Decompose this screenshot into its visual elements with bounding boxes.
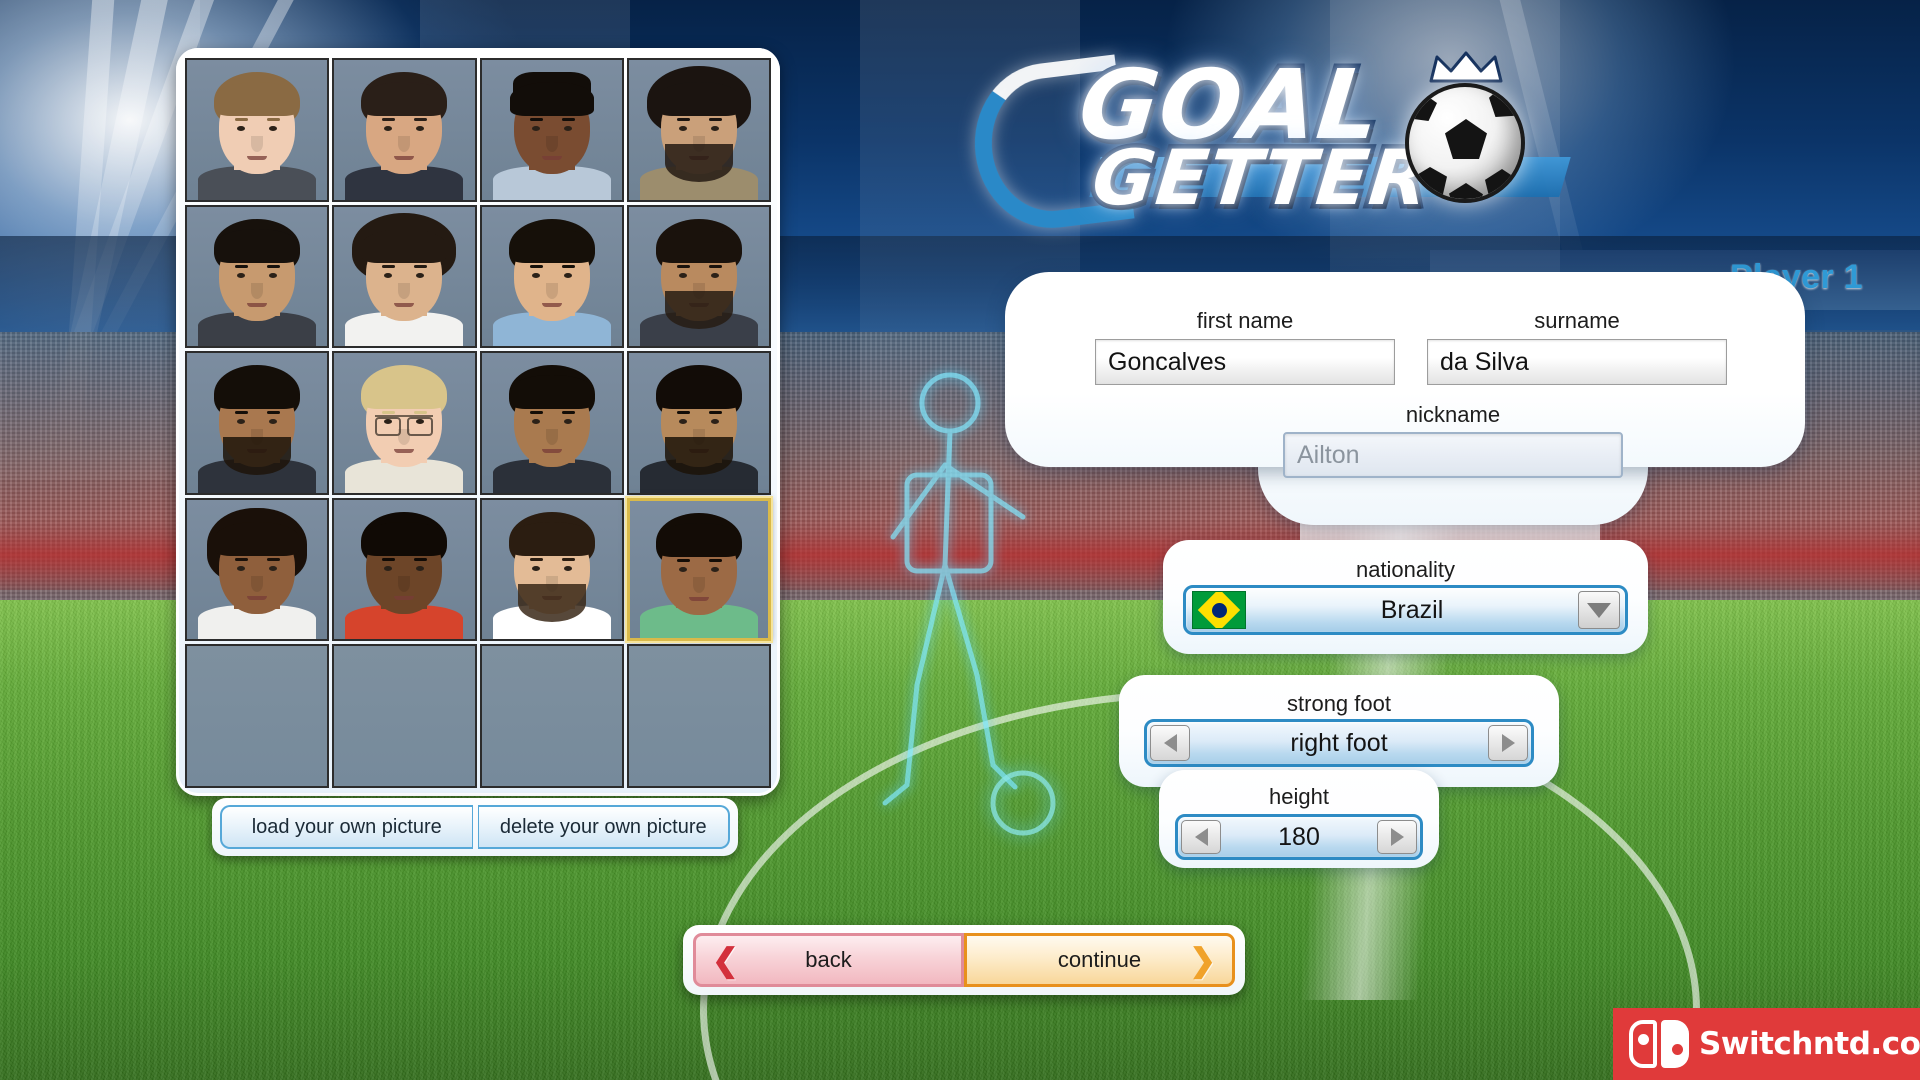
game-logo: GOAL GETTER xyxy=(965,45,1575,237)
continue-button[interactable]: continue ❯ xyxy=(964,933,1235,987)
avatar-portrait xyxy=(628,353,769,493)
avatar-option[interactable] xyxy=(479,58,624,202)
avatar-option[interactable] xyxy=(332,497,477,642)
soccer-ball-icon xyxy=(1405,83,1525,203)
nickname-input[interactable]: Ailton xyxy=(1283,432,1623,478)
strong-foot-value: right foot xyxy=(1290,728,1388,757)
first-name-input[interactable]: Goncalves xyxy=(1095,339,1395,385)
nationality-value: Brazil xyxy=(1380,595,1444,624)
height-increase-button[interactable] xyxy=(1377,820,1417,854)
avatar-slot-empty[interactable] xyxy=(626,644,771,788)
strong-foot-next-button[interactable] xyxy=(1488,725,1528,761)
pitch-stripe xyxy=(0,0,200,480)
chevron-left-icon: ❮ xyxy=(712,942,739,978)
picture-buttons-bar: load your own picture delete your own pi… xyxy=(212,798,738,856)
avatar-slot-empty[interactable] xyxy=(185,644,330,788)
avatar-option[interactable] xyxy=(626,497,771,642)
nationality-select[interactable]: Brazil xyxy=(1183,585,1628,635)
watermark: Switchntd.com xyxy=(1613,1008,1920,1080)
avatar-option[interactable] xyxy=(479,497,624,642)
avatar-portrait xyxy=(334,206,475,347)
switch-console-icon xyxy=(1629,1020,1689,1068)
avatar-option[interactable] xyxy=(185,58,330,202)
game-screen: GOAL GETTER Player 1 load your own pictu… xyxy=(0,0,1920,1080)
crown-icon xyxy=(1429,51,1503,83)
avatar-option[interactable] xyxy=(332,58,477,202)
avatar-portrait xyxy=(481,353,622,493)
avatar-option[interactable] xyxy=(185,497,330,642)
avatar-picker-panel xyxy=(176,48,780,796)
height-spinner[interactable]: 180 xyxy=(1175,814,1423,860)
logo-text-getter: GETTER xyxy=(1084,129,1439,227)
back-button[interactable]: ❮ back xyxy=(693,933,964,987)
surname-label: surname xyxy=(1534,308,1620,333)
avatar-portrait xyxy=(628,206,769,347)
avatar-portrait xyxy=(628,60,769,200)
brazil-flag-icon xyxy=(1192,591,1246,629)
avatar-portrait xyxy=(481,206,622,347)
chevron-right-icon: ❯ xyxy=(1189,942,1216,978)
avatar-portrait xyxy=(187,353,328,493)
continue-button-label: continue xyxy=(1057,947,1142,972)
nationality-label: nationality xyxy=(1355,557,1456,582)
avatar-portrait xyxy=(334,353,475,493)
avatar-option[interactable] xyxy=(626,351,771,495)
back-button-label: back xyxy=(805,947,852,972)
avatar-slot-empty[interactable] xyxy=(479,644,624,788)
avatar-option[interactable] xyxy=(626,58,771,202)
avatar-option[interactable] xyxy=(332,351,477,495)
watermark-text: Switchntd.com xyxy=(1699,1026,1920,1062)
height-label: height xyxy=(1269,784,1329,809)
delete-picture-button[interactable]: delete your own picture xyxy=(477,805,730,849)
strong-foot-label: strong foot xyxy=(1287,691,1391,716)
avatar-portrait xyxy=(481,499,622,640)
avatar-portrait xyxy=(629,500,768,639)
avatar-portrait xyxy=(187,206,328,347)
avatar-slot-empty[interactable] xyxy=(332,644,477,788)
height-decrease-button[interactable] xyxy=(1181,820,1221,854)
avatar-portrait xyxy=(187,499,328,640)
avatar-option[interactable] xyxy=(479,351,624,495)
avatar-option[interactable] xyxy=(185,351,330,495)
nickname-label: nickname xyxy=(1405,402,1501,427)
strong-foot-spinner[interactable]: right foot xyxy=(1144,719,1534,767)
avatar-option[interactable] xyxy=(479,204,624,349)
height-value: 180 xyxy=(1278,822,1320,851)
avatar-portrait xyxy=(334,499,475,640)
avatar-option[interactable] xyxy=(626,204,771,349)
load-picture-button[interactable]: load your own picture xyxy=(220,805,473,849)
avatar-option[interactable] xyxy=(332,204,477,349)
chevron-down-icon[interactable] xyxy=(1578,591,1620,629)
avatar-option[interactable] xyxy=(185,204,330,349)
strong-foot-prev-button[interactable] xyxy=(1150,725,1190,761)
avatar-portrait xyxy=(481,60,622,200)
avatar-portrait xyxy=(334,60,475,200)
first-name-label: first name xyxy=(1196,308,1294,333)
navigation-bar: ❮ back continue ❯ xyxy=(683,925,1245,995)
avatar-grid[interactable] xyxy=(185,58,771,788)
avatar-portrait xyxy=(187,60,328,200)
surname-input[interactable]: da Silva xyxy=(1427,339,1727,385)
glasses-icon xyxy=(375,415,434,437)
